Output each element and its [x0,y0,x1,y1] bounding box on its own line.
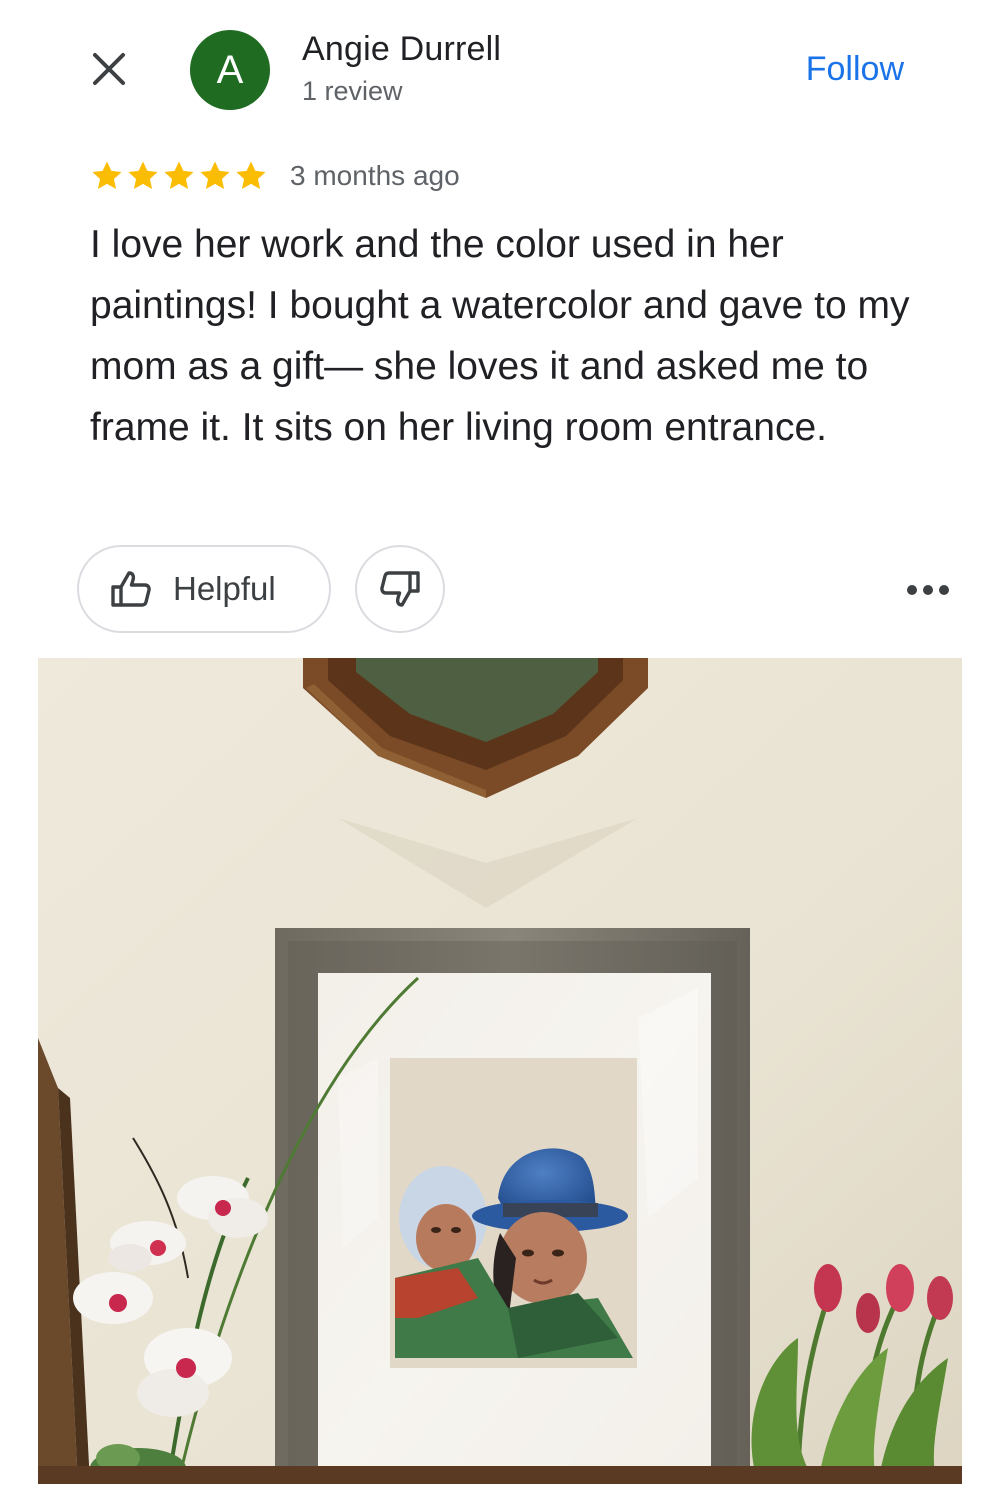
review-photo-scene [38,658,962,1484]
helpful-button[interactable]: Helpful [77,545,331,633]
star-icon [92,161,122,190]
review-count: 1 review [302,76,403,106]
rating-row: 3 months ago [90,156,460,196]
follow-button[interactable]: Follow [806,50,904,89]
star-icon [164,161,194,190]
unhelpful-button[interactable] [355,545,445,633]
star-rating [90,159,268,193]
review-photo[interactable] [38,658,962,1484]
thumbs-up-icon [111,571,151,607]
star-icon [236,161,266,190]
close-icon [93,53,125,85]
avatar[interactable]: A [190,30,270,110]
review-text: I love her work and the color used in he… [90,223,910,449]
star-icon [128,161,158,190]
review-date: 3 months ago [290,160,460,191]
reviewer-name[interactable]: Angie Durrell [302,30,501,69]
helpful-label: Helpful [173,570,276,607]
more-options-icon [907,585,949,595]
close-button[interactable] [84,44,134,94]
avatar-letter: A [216,47,244,92]
thumbs-down-icon [380,571,420,607]
star-icon [200,161,230,190]
more-options-button[interactable] [900,570,956,610]
